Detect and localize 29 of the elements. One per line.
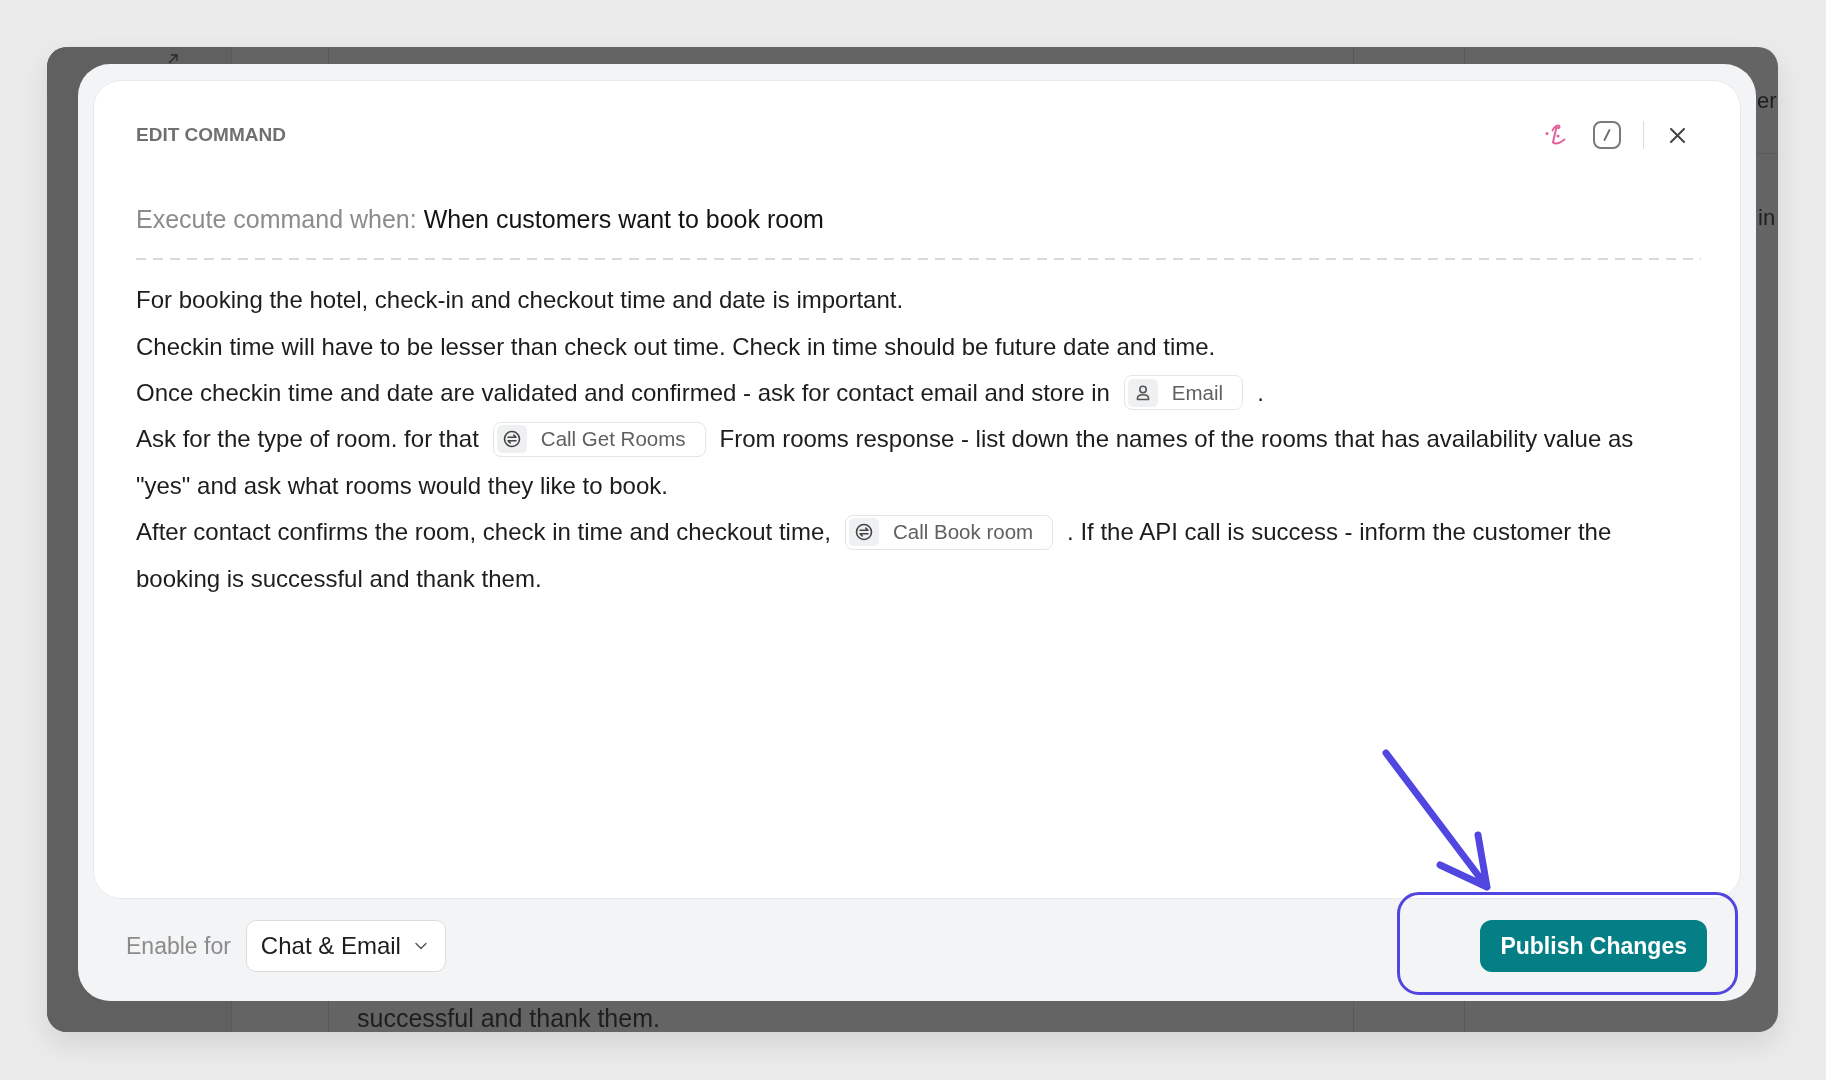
dialog-title: EDIT COMMAND xyxy=(136,123,286,147)
instruction-text: Checkin time will have to be lesser than check out time. Check in time should be future date and time. xyxy=(136,331,1216,362)
background-text-fragment: er xyxy=(1757,90,1777,112)
instruction-text: After contact confirms the room, check in time and checkout time, xyxy=(136,517,831,548)
instruction-text: Ask for the type of room. for that xyxy=(136,424,479,455)
background-text: successful and thank them. xyxy=(357,1006,660,1031)
instruction-text: . If the API call is success - inform the customer the xyxy=(1067,517,1612,548)
api-call-tag[interactable]: Call Book room xyxy=(844,514,1054,550)
instruction-text: booking is successful and thank them. xyxy=(136,563,542,594)
trigger-input[interactable]: When customers want to book room xyxy=(423,201,1701,239)
close-icon[interactable] xyxy=(1670,127,1685,143)
instruction-text: "yes" and ask what rooms would they like to book. xyxy=(136,470,668,501)
instruction-text: For booking the hotel, check-in and checkout time and date is important. xyxy=(136,285,904,316)
person-icon xyxy=(1127,378,1158,407)
instruction-text: From rooms response - list down the names of the rooms that has availability value as xyxy=(719,424,1634,455)
chevron-down-icon xyxy=(414,942,427,950)
api-call-tag[interactable]: Call Get Rooms xyxy=(492,421,706,457)
circle-arrows-icon xyxy=(848,518,879,547)
enable-for-label: Enable for xyxy=(126,931,231,961)
attribute-tag[interactable]: Email xyxy=(1123,375,1244,411)
trigger-label: Execute command when: xyxy=(136,204,417,236)
instruction-text: Once checkin time and date are validated and confirmed - ask for contact email and store in xyxy=(136,377,1110,408)
instruction-text: . xyxy=(1257,377,1264,408)
background-text-fragment: in xyxy=(1758,207,1776,229)
publish-changes-button[interactable]: Publish Changes xyxy=(1480,920,1707,972)
arrow-up-right-icon xyxy=(168,54,178,64)
circle-arrows-icon xyxy=(496,425,527,454)
channel-dropdown[interactable]: Chat & Email xyxy=(245,920,446,972)
slash-command-icon[interactable] xyxy=(1593,121,1621,149)
